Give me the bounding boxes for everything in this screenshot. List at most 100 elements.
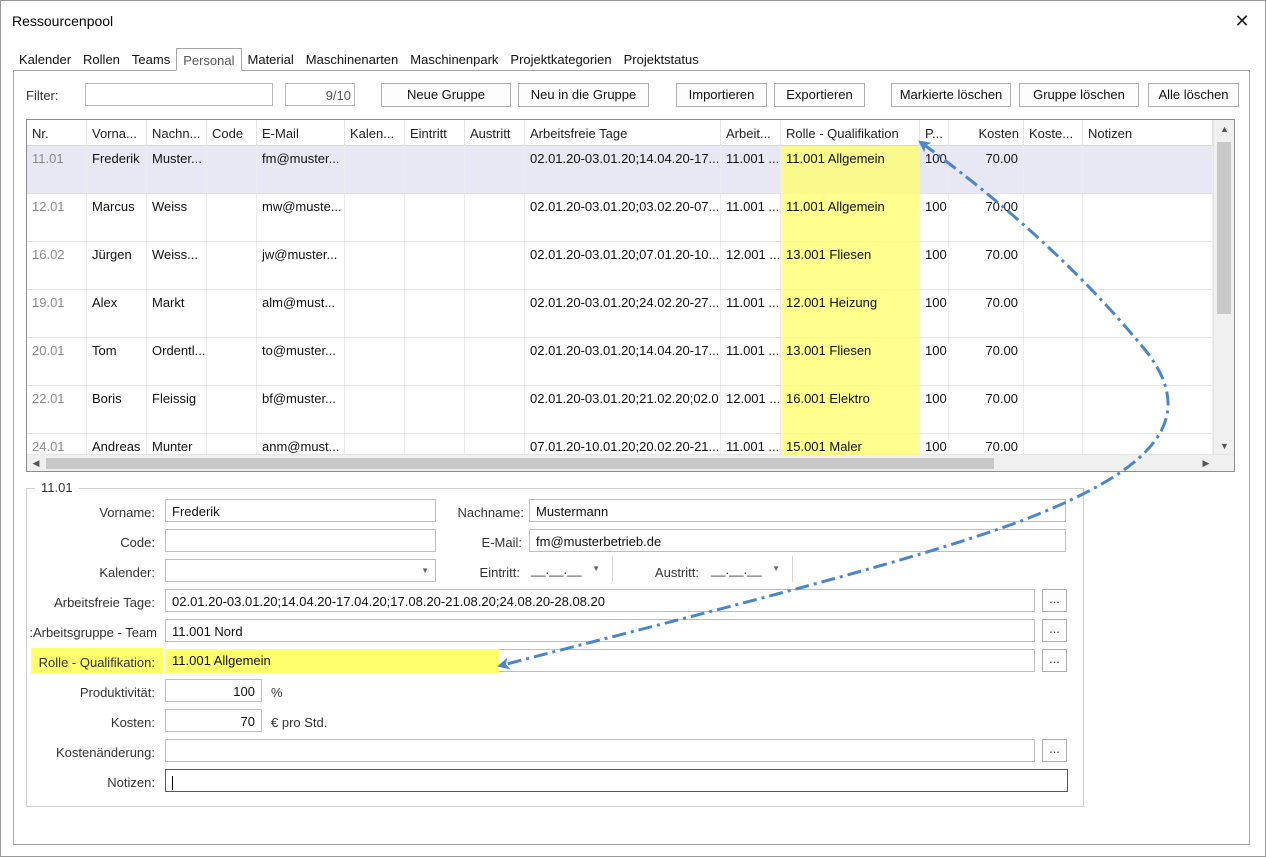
cell-kosten: 70.00 bbox=[949, 194, 1024, 242]
column-header-email[interactable]: E-Mail bbox=[257, 120, 345, 146]
kostenaenderung-input[interactable] bbox=[165, 739, 1035, 762]
column-header-kostenaenderung[interactable]: Koste... bbox=[1024, 120, 1083, 146]
column-header-notizen[interactable]: Notizen bbox=[1083, 120, 1213, 146]
cell-arbeitsfreie-tage: 02.01.20-03.01.20;14.04.20-17.... bbox=[525, 146, 721, 194]
scroll-right-icon[interactable]: ▶ bbox=[1197, 455, 1215, 471]
personal-grid[interactable]: Nr. Vorna... Nachn... Code E-Mail Kalen... Ein… bbox=[26, 119, 1235, 472]
new-group-button[interactable]: Neue Gruppe bbox=[381, 83, 511, 107]
cell-rolle: 11.001 Allgemein bbox=[786, 199, 885, 214]
nachname-label: Nachname: bbox=[457, 505, 524, 520]
eintritt-date-picker[interactable]: __.__.__ ▼ bbox=[525, 556, 613, 582]
tab-kalender[interactable]: Kalender bbox=[13, 48, 77, 71]
chevron-down-icon[interactable]: ▼ bbox=[772, 564, 780, 573]
tab-rollen[interactable]: Rollen bbox=[77, 48, 126, 71]
vertical-scrollbar[interactable]: ▲ ▼ bbox=[1213, 120, 1234, 455]
tab-teams[interactable]: Teams bbox=[126, 48, 176, 71]
column-header-vorname[interactable]: Vorna... bbox=[87, 120, 147, 146]
column-header-rolle[interactable]: Rolle - Qualifikation bbox=[781, 120, 920, 146]
arbeitsgruppe-input[interactable]: 11.001 Nord bbox=[165, 619, 1035, 642]
column-header-produktivitaet[interactable]: P... bbox=[920, 120, 949, 146]
column-header-arbeitsfreie-tage[interactable]: Arbeitsfreie Tage bbox=[525, 120, 721, 146]
cell-nachname: Ordentl... bbox=[147, 338, 207, 386]
table-row[interactable]: 16.02 Jürgen Weiss... jw@muster... 02.01.20-… bbox=[27, 242, 1213, 290]
close-icon[interactable]: ✕ bbox=[1231, 10, 1253, 32]
cell-eintritt bbox=[405, 386, 465, 434]
column-header-kosten[interactable]: Kosten bbox=[949, 120, 1024, 146]
tab-projektkategorien[interactable]: Projektkategorien bbox=[504, 48, 617, 71]
import-button[interactable]: Importieren bbox=[676, 83, 767, 107]
cell-kosten: 70.00 bbox=[949, 290, 1024, 338]
tab-maschinenarten[interactable]: Maschinenarten bbox=[300, 48, 405, 71]
delete-marked-button[interactable]: Markierte löschen bbox=[891, 83, 1011, 107]
kostenaenderung-ellipsis-button[interactable]: ... bbox=[1042, 739, 1067, 762]
delete-group-button[interactable]: Gruppe löschen bbox=[1019, 83, 1139, 107]
column-header-arbeitsgruppe[interactable]: Arbeit... bbox=[721, 120, 781, 146]
cell-vorname: Andreas bbox=[87, 434, 147, 455]
cell-arbeitsgruppe: 11.001 ... bbox=[721, 434, 781, 455]
table-row[interactable]: 12.01 Marcus Weiss mw@muste... 02.01.20-03.0… bbox=[27, 194, 1213, 242]
arbeitsfreie-tage-ellipsis-button[interactable]: ... bbox=[1042, 589, 1067, 612]
arbeitsfreie-tage-input[interactable]: 02.01.20-03.01.20;14.04.20-17.04.20;17.0… bbox=[165, 589, 1035, 612]
cell-nachname: Fleissig bbox=[147, 386, 207, 434]
arbeitsgruppe-ellipsis-button[interactable]: ... bbox=[1042, 619, 1067, 642]
cell-produktivitaet: 100 bbox=[920, 434, 949, 455]
cell-notizen bbox=[1083, 146, 1213, 194]
export-button[interactable]: Exportieren bbox=[774, 83, 865, 107]
cell-kalender bbox=[345, 434, 405, 455]
cell-kostenaenderung bbox=[1024, 386, 1083, 434]
produktivitaet-input[interactable]: 100 bbox=[165, 679, 262, 702]
column-header-eintritt[interactable]: Eintritt bbox=[405, 120, 465, 146]
notizen-input[interactable] bbox=[165, 769, 1068, 792]
horizontal-scrollbar[interactable]: ◀ ▶ bbox=[27, 454, 1234, 471]
cell-arbeitsgruppe: 11.001 ... bbox=[721, 338, 781, 386]
vorname-input[interactable]: Frederik bbox=[165, 499, 436, 522]
vertical-scroll-thumb[interactable] bbox=[1217, 142, 1231, 314]
cell-rolle: 13.001 Fliesen bbox=[786, 247, 872, 262]
cell-email: alm@must... bbox=[257, 290, 345, 338]
kalender-select[interactable]: ▼ bbox=[165, 559, 436, 582]
cell-email: anm@must... bbox=[257, 434, 345, 455]
table-row[interactable]: 11.01 Frederik Muster... fm@muster... 02.01.… bbox=[27, 146, 1213, 194]
cell-code bbox=[207, 146, 257, 194]
column-header-nachname[interactable]: Nachn... bbox=[147, 120, 207, 146]
nachname-input[interactable]: Mustermann bbox=[529, 499, 1066, 522]
kosten-input[interactable]: 70 bbox=[165, 709, 262, 732]
title-bar: Ressourcenpool ✕ bbox=[1, 1, 1265, 41]
scroll-left-icon[interactable]: ◀ bbox=[27, 455, 45, 471]
cell-arbeitsgruppe: 11.001 ... bbox=[721, 290, 781, 338]
table-row[interactable]: 19.01 Alex Markt alm@must... 02.01.20-03.01.… bbox=[27, 290, 1213, 338]
column-header-austritt[interactable]: Austritt bbox=[465, 120, 525, 146]
record-counter: 9/10 bbox=[285, 83, 355, 106]
code-input[interactable] bbox=[165, 529, 436, 552]
tab-personal[interactable]: Personal bbox=[176, 48, 242, 71]
email-input[interactable]: fm@musterbetrieb.de bbox=[529, 529, 1066, 552]
column-header-code[interactable]: Code bbox=[207, 120, 257, 146]
tab-maschinenpark[interactable]: Maschinenpark bbox=[404, 48, 504, 71]
horizontal-scroll-thumb[interactable] bbox=[46, 458, 994, 469]
cell-austritt bbox=[465, 194, 525, 242]
table-row[interactable]: 22.01 Boris Fleissig bf@muster... 02.01.20-0… bbox=[27, 386, 1213, 434]
rolle-ellipsis-button[interactable]: ... bbox=[1042, 649, 1067, 672]
tab-material[interactable]: Material bbox=[242, 48, 300, 71]
cell-austritt bbox=[465, 290, 525, 338]
ressourcenpool-window: Ressourcenpool ✕ Kalender Rollen Teams P… bbox=[0, 0, 1266, 857]
austritt-date-picker[interactable]: __.__.__ ▼ bbox=[705, 556, 793, 582]
table-row[interactable]: 20.01 Tom Ordentl... to@muster... 02.01.20-0… bbox=[27, 338, 1213, 386]
cell-email: fm@muster... bbox=[257, 146, 345, 194]
column-header-kalender[interactable]: Kalen... bbox=[345, 120, 405, 146]
scroll-down-icon[interactable]: ▼ bbox=[1214, 437, 1234, 455]
scroll-up-icon[interactable]: ▲ bbox=[1214, 120, 1234, 138]
tab-bar: Kalender Rollen Teams Personal Material … bbox=[13, 48, 705, 71]
table-row[interactable]: 24.01 Andreas Munter anm@must... 07.01.20-10… bbox=[27, 434, 1213, 455]
chevron-down-icon[interactable]: ▼ bbox=[592, 564, 600, 573]
chevron-down-icon[interactable]: ▼ bbox=[421, 566, 429, 575]
column-header-nr[interactable]: Nr. bbox=[27, 120, 87, 146]
cell-vorname: Frederik bbox=[87, 146, 147, 194]
cell-arbeitsfreie-tage: 02.01.20-03.01.20;07.01.20-10.... bbox=[525, 242, 721, 290]
cell-notizen bbox=[1083, 338, 1213, 386]
grid-body: 11.01 Frederik Muster... fm@muster... 02.01.… bbox=[27, 146, 1213, 455]
filter-input[interactable] bbox=[85, 83, 273, 106]
delete-all-button[interactable]: Alle löschen bbox=[1148, 83, 1239, 107]
tab-projektstatus[interactable]: Projektstatus bbox=[618, 48, 705, 71]
new-in-group-button[interactable]: Neu in die Gruppe bbox=[518, 83, 649, 107]
